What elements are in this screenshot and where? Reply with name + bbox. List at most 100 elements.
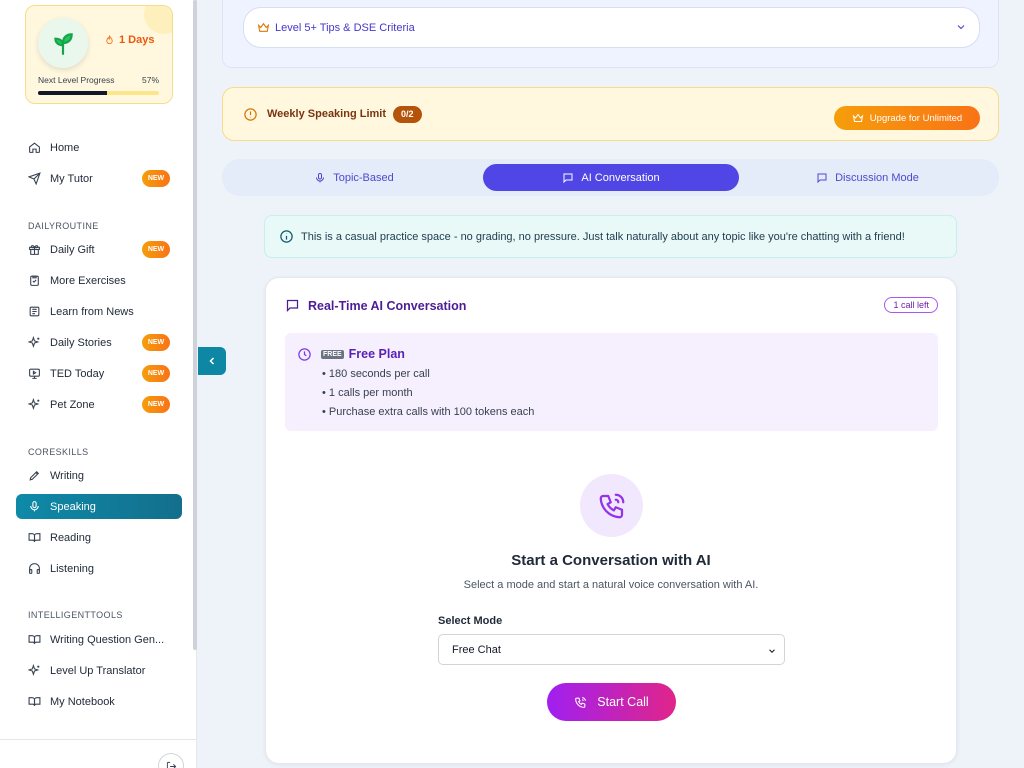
nav-more-exercises[interactable]: More Exercises: [16, 268, 182, 293]
logout-icon: [166, 761, 176, 768]
logout-button[interactable]: [158, 753, 184, 768]
nav-writing-label: Writing: [50, 469, 85, 482]
info-text: This is a casual practice space - no gra…: [301, 230, 905, 243]
nav-learn-from-news-label: Learn from News: [50, 305, 134, 318]
home-icon: [27, 141, 41, 155]
upgrade-label: Upgrade for Unlimited: [869, 112, 963, 124]
microphone-icon: [316, 172, 325, 182]
alert-circle-icon: [244, 107, 257, 121]
crown-icon: [257, 22, 270, 32]
new-badge: NEW: [142, 365, 170, 382]
start-conversation-title: Start a Conversation with AI: [511, 552, 711, 569]
weekly-limit-banner: Weekly Speaking Limit 0/2 Upgrade for Un…: [222, 87, 999, 141]
chevron-down-icon: [769, 649, 775, 653]
nav-writing[interactable]: Writing: [16, 463, 182, 488]
newspaper-icon: [27, 305, 41, 319]
nav-speaking[interactable]: Speaking: [16, 494, 182, 519]
sparkles-icon: [27, 336, 41, 350]
new-badge: NEW: [142, 170, 170, 187]
mode-select[interactable]: Free Chat: [438, 634, 785, 665]
tab-topic-based-label: Topic-Based: [333, 171, 394, 184]
sparkles-icon: [27, 664, 41, 678]
message-square-icon: [286, 299, 299, 313]
message-square-icon: [817, 173, 827, 183]
decorative-blob: [144, 6, 172, 34]
book-open-icon: [27, 695, 41, 709]
nav-home[interactable]: Home: [16, 135, 182, 160]
mode-select-value: Free Chat: [452, 643, 501, 656]
nav-writing-question-generator-label: Writing Question Gen...: [50, 633, 165, 646]
tips-accordion[interactable]: Level 5+ Tips & DSE Criteria: [243, 7, 980, 48]
message-square-icon: [563, 173, 573, 183]
nav-daily-gift[interactable]: Daily Gift NEW: [16, 237, 182, 262]
nav-writing-question-generator[interactable]: Writing Question Gen...: [16, 627, 182, 652]
section-intelligent-tools: INTELLIGENTTOOLS: [28, 610, 123, 620]
card-title: Real-Time AI Conversation: [285, 298, 466, 313]
book-open-icon: [27, 633, 41, 647]
sidebar-divider: [0, 739, 196, 740]
sprout-icon: [54, 33, 73, 55]
plan-line-tokens: • Purchase extra calls with 100 tokens e…: [322, 406, 535, 418]
chevron-down-icon: [957, 25, 965, 30]
nav-reading[interactable]: Reading: [16, 525, 182, 550]
nav-level-up-translator[interactable]: Level Up Translator: [16, 658, 182, 683]
free-plan-box: FREE Free Plan • 180 seconds per call • …: [285, 333, 938, 431]
nav-listening-label: Listening: [50, 562, 95, 575]
new-badge: NEW: [142, 241, 170, 258]
book-open-icon: [27, 531, 41, 545]
nav-ted-today[interactable]: TED Today NEW: [16, 361, 182, 386]
conversation-card: Real-Time AI Conversation 1 call left FR…: [265, 277, 957, 764]
start-call-label: Start Call: [597, 695, 649, 709]
upgrade-button[interactable]: Upgrade for Unlimited: [834, 106, 980, 130]
tab-ai-conversation-label: AI Conversation: [581, 171, 660, 184]
phone-call-icon: [599, 493, 624, 518]
tab-ai-conversation[interactable]: AI Conversation: [483, 164, 739, 191]
chevron-left-icon: [209, 357, 215, 365]
nav-daily-stories[interactable]: Daily Stories NEW: [16, 330, 182, 355]
tab-discussion-mode[interactable]: Discussion Mode: [741, 164, 994, 191]
nav-home-label: Home: [50, 141, 80, 154]
sprout-avatar: [38, 18, 88, 68]
headphones-icon: [27, 562, 41, 576]
monitor-play-icon: [27, 367, 41, 381]
info-banner: This is a casual practice space - no gra…: [264, 215, 957, 258]
next-level-percent: 57%: [141, 75, 159, 85]
flame-icon: [106, 34, 113, 44]
card-title-text: Real-Time AI Conversation: [308, 298, 467, 313]
free-plan-icon: FREE: [321, 349, 344, 359]
nav-listening[interactable]: Listening: [16, 556, 182, 581]
nav-my-notebook[interactable]: My Notebook: [16, 689, 182, 714]
phone-avatar: [580, 474, 643, 537]
tips-panel: Level 5+ Tips & DSE Criteria: [222, 0, 999, 68]
sidebar: 1 Days Next Level Progress 57% Home My T…: [0, 0, 197, 768]
calls-left-badge: 1 call left: [884, 297, 938, 313]
plan-line-seconds: • 180 seconds per call: [322, 368, 430, 380]
nav-my-notebook-label: My Notebook: [50, 695, 115, 708]
collapse-sidebar-button[interactable]: [198, 347, 226, 375]
nav-more-exercises-label: More Exercises: [50, 274, 126, 287]
section-core-skills: CORESKILLS: [28, 447, 89, 457]
plan-title: FREE Free Plan: [321, 347, 405, 361]
nav-level-up-translator-label: Level Up Translator: [50, 664, 146, 677]
tab-topic-based[interactable]: Topic-Based: [227, 164, 481, 191]
gift-icon: [27, 243, 41, 257]
streak-days-text: 1 Days: [119, 34, 155, 46]
select-mode-label: Select Mode: [438, 615, 503, 627]
level-progress-card: 1 Days Next Level Progress 57%: [25, 5, 173, 104]
mode-tabs: Topic-Based AI Conversation Discussion M…: [222, 159, 999, 196]
clock-icon: [298, 348, 311, 361]
section-daily-routine: DAILYROUTINE: [28, 221, 99, 231]
plan-line-calls: • 1 calls per month: [322, 387, 413, 399]
sidebar-scrollbar[interactable]: [193, 0, 197, 650]
nav-my-tutor[interactable]: My Tutor NEW: [16, 166, 182, 191]
nav-learn-from-news[interactable]: Learn from News: [16, 299, 182, 324]
crown-icon: [852, 113, 864, 122]
weekly-limit-count: 0/2: [393, 105, 422, 123]
next-level-bar-fill: [38, 91, 107, 95]
streak-days: 1 Days: [104, 34, 154, 46]
nav-pet-zone[interactable]: Pet Zone NEW: [16, 392, 182, 417]
phone-icon: [575, 696, 587, 708]
nav-speaking-label: Speaking: [50, 500, 96, 513]
pen-icon: [27, 469, 41, 483]
start-call-button[interactable]: Start Call: [547, 683, 676, 721]
